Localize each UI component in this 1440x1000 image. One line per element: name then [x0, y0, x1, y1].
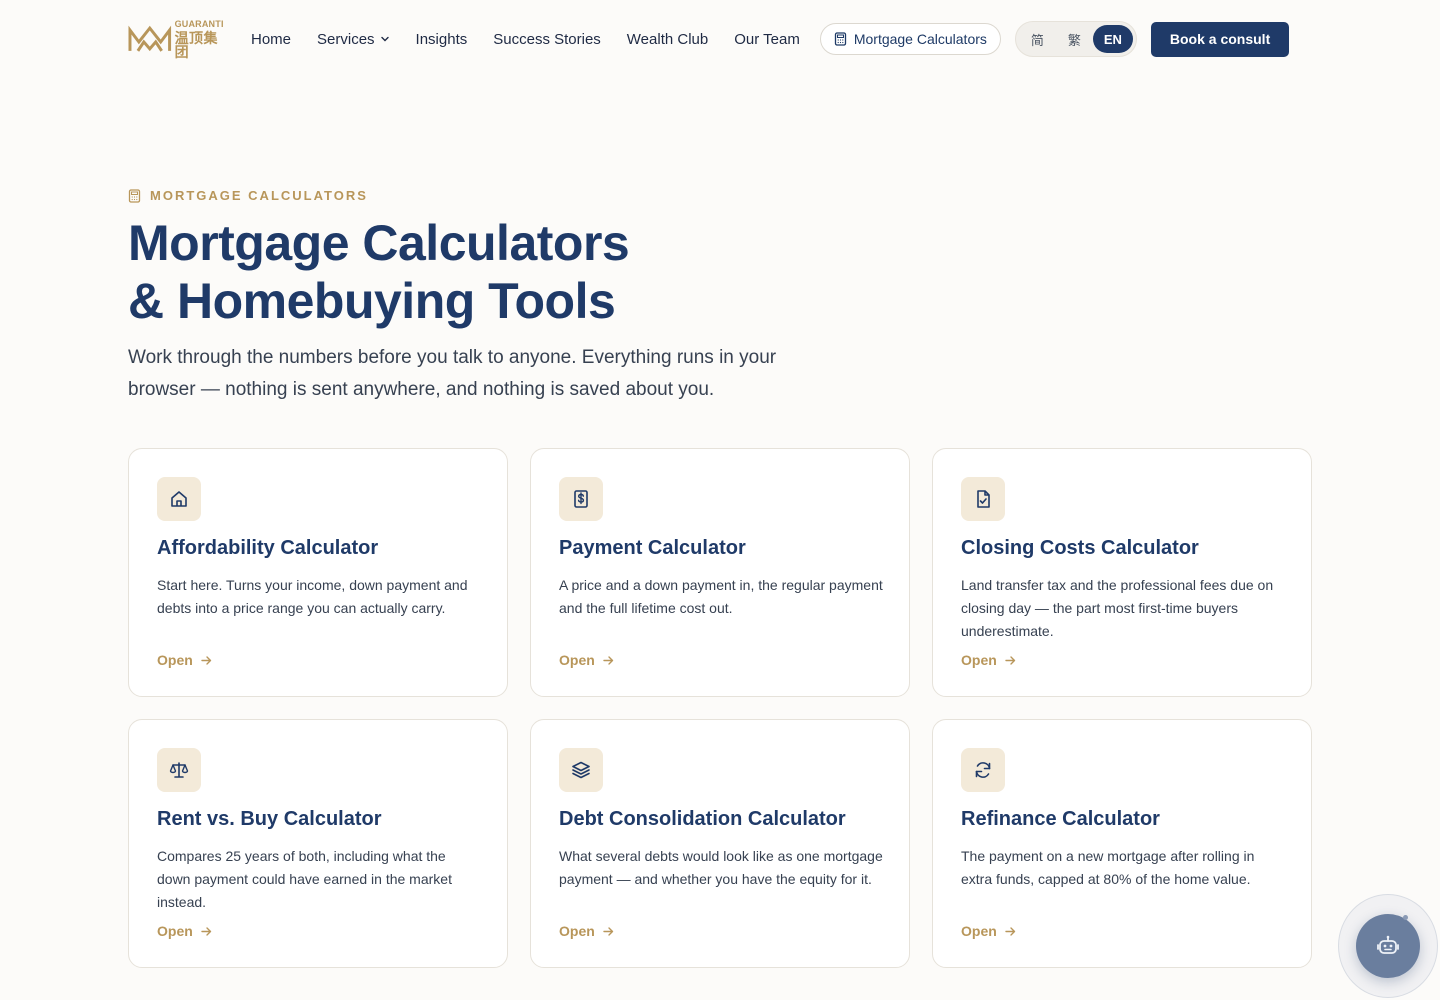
arrow-right-icon: [1005, 655, 1016, 666]
file-check-icon: [961, 477, 1005, 521]
nav-success-stories[interactable]: Success Stories: [493, 31, 601, 48]
logo-wordmark-en: GUARANTI: [174, 18, 224, 29]
lang-english[interactable]: EN: [1092, 25, 1133, 53]
nav-services[interactable]: Services: [317, 31, 390, 48]
lang-traditional-chinese[interactable]: 繁: [1056, 25, 1093, 53]
home-icon: [157, 477, 201, 521]
calculator-icon: [128, 188, 141, 203]
scale-icon: [157, 748, 201, 792]
card-description: A price and a down payment in, the regul…: [559, 577, 883, 616]
card-description: Land transfer tax and the professional f…: [961, 577, 1274, 639]
card-description: The payment on a new mortgage after roll…: [961, 848, 1255, 887]
page-title: Mortgage Calculators & Homebuying Tools: [128, 214, 828, 330]
page-title-line-2: & Homebuying Tools: [128, 273, 616, 329]
mortgage-calculators-button[interactable]: Mortgage Calculators: [819, 23, 1001, 55]
page-subtitle: Work through the numbers before you talk…: [128, 347, 777, 400]
logo-wordmark-cn: 温顶集团: [174, 29, 219, 60]
page-title-line-1: Mortgage Calculators: [128, 215, 630, 271]
chat-status-dot: [1403, 915, 1408, 920]
layers-icon: [559, 748, 603, 792]
card-open-link[interactable]: Open: [157, 652, 212, 668]
arrow-right-icon: [603, 926, 614, 937]
open-label: Open: [961, 923, 997, 939]
card-title: Refinance Calculator: [961, 808, 1160, 830]
open-label: Open: [961, 652, 997, 668]
eyebrow-text: MORTGAGE CALCULATORS: [150, 188, 368, 203]
nav-wealth-club[interactable]: Wealth Club: [627, 31, 708, 48]
main-nav: Home Services Insights Success Stories W…: [251, 31, 826, 48]
robot-icon: [1377, 935, 1399, 954]
chat-launcher-button[interactable]: [1356, 914, 1420, 978]
card-description: Compares 25 years of both, including wha…: [157, 848, 452, 910]
open-label: Open: [157, 652, 193, 668]
open-label: Open: [559, 923, 595, 939]
section-eyebrow: MORTGAGE CALCULATORS: [128, 188, 368, 203]
card-closing-costs-calculator[interactable]: Closing Costs Calculator Land transfer t…: [932, 448, 1312, 697]
card-open-link[interactable]: Open: [559, 923, 614, 939]
arrow-right-icon: [201, 655, 212, 666]
refresh-icon: [961, 748, 1005, 792]
card-description: Start here. Turns your income, down paym…: [157, 577, 468, 616]
card-open-link[interactable]: Open: [559, 652, 614, 668]
lang-simplified-chinese[interactable]: 简: [1019, 25, 1056, 53]
card-title: Affordability Calculator: [157, 537, 379, 559]
card-title: Rent vs. Buy Calculator: [157, 808, 382, 830]
card-title: Closing Costs Calculator: [961, 537, 1199, 559]
nav-services-label: Services: [317, 30, 375, 48]
nav-home[interactable]: Home: [251, 31, 291, 48]
dollar-receipt-icon: [559, 477, 603, 521]
book-consult-button[interactable]: Book a consult: [1150, 21, 1290, 57]
arrow-right-icon: [1005, 926, 1016, 937]
card-rent-vs-buy-calculator[interactable]: Rent vs. Buy Calculator Compares 25 year…: [128, 719, 508, 968]
card-title: Debt Consolidation Calculator: [559, 808, 846, 830]
card-open-link[interactable]: Open: [157, 923, 212, 939]
card-description: What several debts would look like as on…: [559, 848, 883, 887]
nav-our-team[interactable]: Our Team: [734, 31, 800, 48]
card-open-link[interactable]: Open: [961, 652, 1016, 668]
calculator-grid: Affordability Calculator Start here. Tur…: [128, 448, 1312, 968]
open-label: Open: [157, 923, 193, 939]
card-refinance-calculator[interactable]: Refinance Calculator The payment on a ne…: [932, 719, 1312, 968]
site-header: GUARANTI 温顶集团 Home Services Insights Suc…: [128, 18, 1313, 60]
brand-logo[interactable]: GUARANTI 温顶集团: [128, 18, 232, 60]
chevron-down-icon: [380, 34, 390, 44]
logo-text: GUARANTI 温顶集团: [174, 18, 232, 60]
card-payment-calculator[interactable]: Payment Calculator A price and a down pa…: [530, 448, 910, 697]
card-debt-consolidation-calculator[interactable]: Debt Consolidation Calculator What sever…: [530, 719, 910, 968]
arrow-right-icon: [603, 655, 614, 666]
nav-insights[interactable]: Insights: [416, 31, 468, 48]
card-affordability-calculator[interactable]: Affordability Calculator Start here. Tur…: [128, 448, 508, 697]
calculator-icon: [834, 32, 847, 46]
open-label: Open: [559, 652, 595, 668]
language-switcher: 简 繁 EN: [1014, 21, 1137, 57]
card-title: Payment Calculator: [559, 537, 746, 559]
crown-logo-icon: [128, 25, 172, 52]
mortgage-calculators-label: Mortgage Calculators: [853, 31, 987, 47]
arrow-right-icon: [201, 926, 212, 937]
card-open-link[interactable]: Open: [961, 923, 1016, 939]
